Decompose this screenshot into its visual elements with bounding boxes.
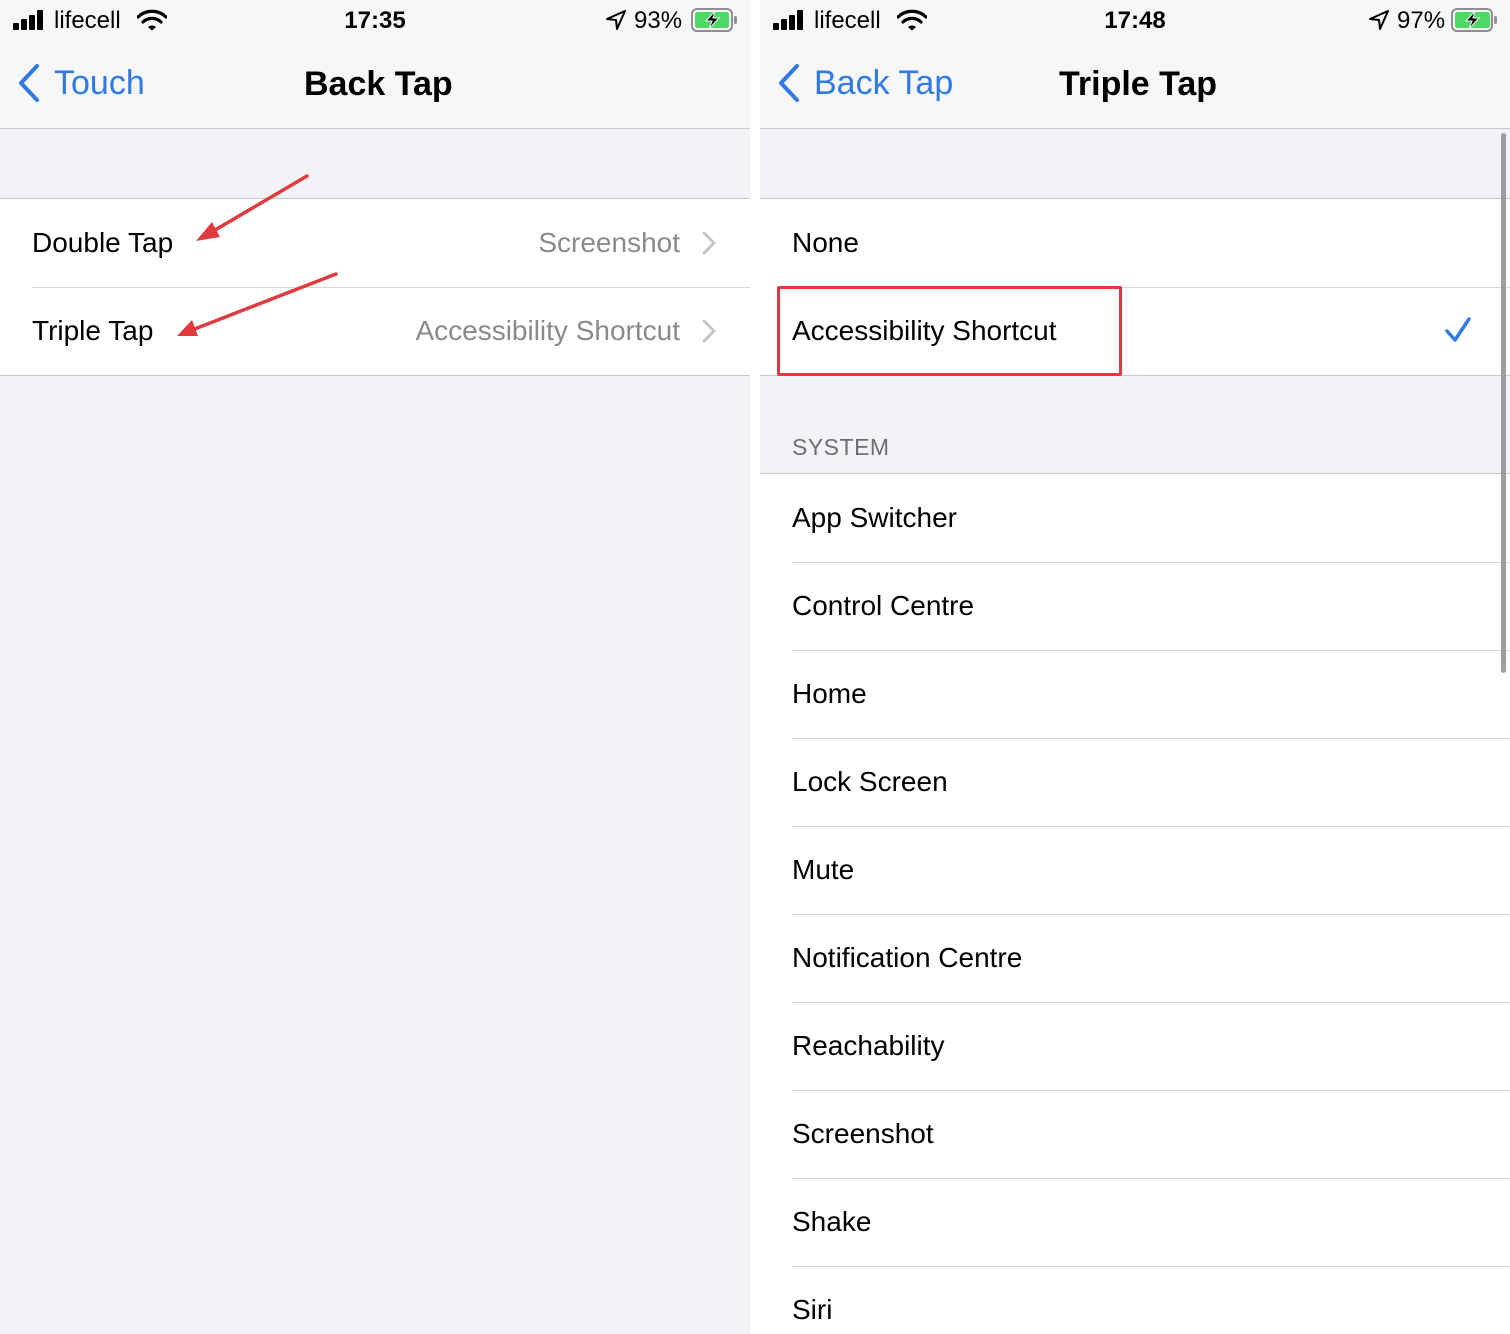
option-label: Control Centre (792, 590, 975, 621)
double-tap-value: Screenshot (538, 227, 680, 258)
location-arrow-icon (1369, 10, 1389, 30)
back-button-label: Back Tap (814, 63, 954, 102)
option-label: Lock Screen (792, 766, 948, 797)
option-label: Screenshot (792, 1118, 934, 1149)
back-button[interactable]: Touch (18, 62, 145, 104)
triple-tap-row[interactable]: Triple Tap Accessibility Shortcut (0, 287, 750, 375)
screen-divider (750, 0, 760, 1334)
back-tap-screen: lifecell 17:35 93% Touch Back Tap Double… (0, 0, 750, 1334)
status-bar: lifecell 17:35 93% (0, 0, 750, 44)
page-title: Back Tap (304, 65, 453, 103)
battery-charging-icon (1451, 8, 1497, 32)
system-options-group: App Switcher Control Centre Home Lock Scree… (760, 473, 1510, 1334)
option-label: Accessibility Shortcut (792, 315, 1057, 346)
checkmark-icon (1445, 317, 1471, 342)
back-button[interactable]: Back Tap (778, 62, 953, 104)
battery-percentage: 97% (1397, 7, 1446, 34)
system-option-row[interactable]: Screenshot (760, 1090, 1510, 1178)
option-label: Notification Centre (792, 942, 1023, 973)
system-option-row[interactable]: Siri (760, 1266, 1510, 1334)
section-header-system: SYSTEM (792, 434, 890, 460)
option-accessibility-shortcut[interactable]: Accessibility Shortcut (760, 287, 1510, 375)
system-option-row[interactable]: Home (760, 650, 1510, 738)
triple-tap-screen: lifecell 17:48 97% Back Tap Triple Tap N… (760, 0, 1510, 1334)
back-button-label: Touch (54, 63, 145, 102)
system-option-row[interactable]: Notification Centre (760, 914, 1510, 1002)
scrollbar[interactable] (1501, 133, 1506, 673)
system-option-row[interactable]: App Switcher (760, 474, 1510, 562)
location-arrow-icon (606, 10, 626, 30)
option-label: Reachability (792, 1030, 945, 1061)
chevron-left-icon (779, 64, 799, 102)
option-label: Home (792, 678, 867, 709)
navigation-bar: Back Tap Triple Tap (760, 44, 1510, 129)
triple-tap-label: Triple Tap (32, 315, 154, 346)
system-option-row[interactable]: Control Centre (760, 562, 1510, 650)
page-title: Triple Tap (1059, 65, 1218, 103)
battery-charging-icon (691, 8, 737, 32)
status-bar: lifecell 17:48 97% (760, 0, 1510, 44)
system-option-row[interactable]: Shake (760, 1178, 1510, 1266)
chevron-right-icon (702, 231, 716, 255)
triple-tap-value: Accessibility Shortcut (415, 315, 680, 346)
double-tap-row[interactable]: Double Tap Screenshot (0, 199, 750, 287)
option-none[interactable]: None (760, 199, 1510, 287)
option-label: Shake (792, 1206, 872, 1237)
option-label: App Switcher (792, 502, 957, 533)
option-label: Mute (792, 854, 855, 885)
action-options-group: None Accessibility Shortcut (760, 198, 1510, 376)
system-option-row[interactable]: Reachability (760, 1002, 1510, 1090)
system-option-row[interactable]: Lock Screen (760, 738, 1510, 826)
system-option-row[interactable]: Mute (760, 826, 1510, 914)
chevron-left-icon (19, 64, 39, 102)
double-tap-label: Double Tap (32, 227, 174, 258)
option-label: Siri (792, 1294, 833, 1325)
chevron-right-icon (702, 319, 716, 343)
option-label: None (792, 227, 859, 258)
navigation-bar: Touch Back Tap (0, 44, 750, 129)
battery-percentage: 93% (634, 7, 683, 34)
back-tap-options-group: Double Tap Screenshot Triple Tap Accessi… (0, 198, 750, 376)
